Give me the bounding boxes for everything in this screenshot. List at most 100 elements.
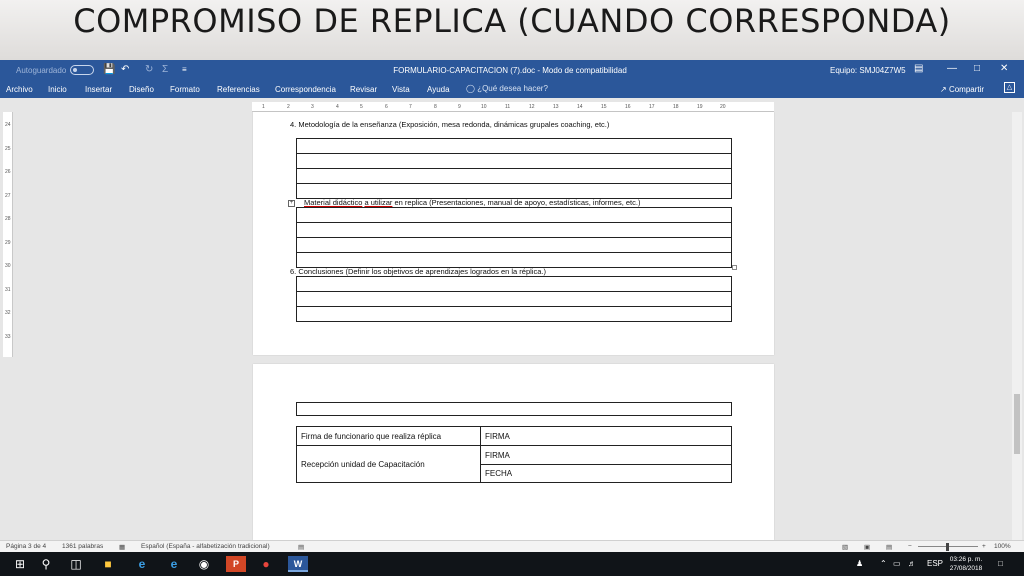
ruler-tick: 31 [5, 287, 11, 293]
tell-me-search[interactable]: ◯ ¿Qué desea hacer? [466, 84, 548, 93]
tab-referencias[interactable]: Referencias [217, 85, 260, 94]
zoom-level[interactable]: 100% [994, 543, 1011, 550]
tab-vista[interactable]: Vista [392, 85, 410, 94]
read-mode-icon[interactable]: ▧ [842, 543, 848, 551]
zoom-slider-thumb[interactable] [946, 543, 949, 551]
macro-icon[interactable]: ▤ [298, 543, 304, 551]
people-icon[interactable]: ♟ [856, 559, 863, 568]
undo-icon[interactable]: ↶ [121, 64, 129, 76]
table-cell[interactable] [296, 252, 732, 268]
signature-value-cell[interactable]: FIRMA [480, 426, 732, 446]
table-move-handle[interactable]: + [288, 200, 295, 207]
word-icon[interactable]: W [288, 556, 308, 572]
collapse-ribbon-icon[interactable]: △ [1004, 82, 1015, 93]
tab-inicio[interactable]: Inicio [48, 85, 67, 94]
ribbon-display-icon[interactable]: ▤ [914, 63, 923, 74]
table-cell[interactable] [296, 153, 732, 169]
zoom-in-icon[interactable]: + [982, 543, 986, 550]
windows-start-icon[interactable]: ⊞ [10, 556, 30, 572]
zoom-out-icon[interactable]: − [908, 543, 912, 550]
sum-icon[interactable]: Σ [162, 64, 168, 76]
share-button[interactable]: ↗ Compartir [940, 85, 984, 94]
page-count[interactable]: Página 3 de 4 [6, 543, 46, 550]
ruler-tick: 27 [5, 193, 11, 199]
table-cell[interactable] [296, 276, 732, 292]
item-6-heading[interactable]: 6. Conclusiones (Definir los objetivos d… [290, 267, 546, 276]
table-cell[interactable] [296, 207, 732, 223]
conclusions-table[interactable] [296, 276, 732, 322]
ruler-tick: 12 [529, 104, 535, 110]
ruler-tick: 32 [5, 310, 11, 316]
tab-diseno[interactable]: Diseño [129, 85, 154, 94]
table-cell[interactable] [296, 306, 732, 322]
ruler-tick: 28 [5, 216, 11, 222]
customize-icon[interactable]: ≡ [182, 64, 187, 76]
word-count[interactable]: 1361 palabras [62, 543, 103, 550]
materials-table[interactable] [296, 207, 732, 268]
task-view-icon[interactable]: ◫ [66, 556, 86, 572]
account-name[interactable]: Equipo: SMJ04Z7W5 [830, 66, 906, 75]
show-hidden-icons[interactable]: ⌃ [880, 559, 887, 568]
item-5-text-b: a utilizar [364, 198, 393, 207]
tab-correspondencia[interactable]: Correspondencia [275, 85, 336, 94]
autosave-label: Autoguardado [16, 66, 67, 75]
scrollbar-thumb[interactable] [1014, 394, 1020, 454]
edge-icon[interactable]: e [132, 556, 152, 572]
table-cell[interactable] [296, 168, 732, 184]
table-cell[interactable] [296, 291, 732, 307]
tab-formato[interactable]: Formato [170, 85, 200, 94]
vertical-scrollbar[interactable] [1012, 112, 1022, 540]
close-icon[interactable]: ✕ [1000, 63, 1008, 74]
web-layout-icon[interactable]: ▤ [886, 543, 892, 551]
table-cell[interactable] [296, 222, 732, 238]
reception-label-cell[interactable]: Recepción unidad de Capacitación [296, 445, 481, 483]
item-4-heading[interactable]: 4. Metodología de la enseñanza (Exposici… [290, 120, 609, 129]
powerpoint-icon[interactable]: P [226, 556, 246, 572]
reception-fecha-cell[interactable]: FECHA [480, 464, 732, 483]
ruler-tick: 10 [481, 104, 487, 110]
ruler-tick: 25 [5, 146, 11, 152]
search-icon[interactable]: ⚲ [36, 556, 56, 572]
proofing-icon[interactable]: ▦ [119, 543, 125, 551]
signature-table[interactable]: Firma de funcionario que realiza réplica… [296, 426, 732, 483]
horizontal-ruler[interactable]: 1 2 3 4 5 6 7 8 9 10 11 12 13 14 15 16 1… [252, 102, 774, 112]
tab-revisar[interactable]: Revisar [350, 85, 377, 94]
blank-table[interactable] [296, 402, 732, 416]
methodology-table[interactable] [296, 138, 732, 199]
word-title-bar: Autoguardado 💾 ↶ ↻ Σ ≡ FORMULARIO-CAPACI… [0, 60, 1024, 80]
maximize-icon[interactable]: □ [974, 63, 980, 74]
save-icon[interactable]: 💾 [103, 64, 115, 76]
table-cell[interactable] [296, 237, 732, 253]
minimize-icon[interactable]: — [947, 63, 957, 74]
ruler-tick: 24 [5, 122, 11, 128]
clock[interactable]: 03:26 p. m. 27/08/2018 [942, 555, 990, 573]
ribbon-tabs: Archivo Inicio Insertar Diseño Formato R… [0, 80, 1024, 98]
media-icon[interactable]: ◉ [194, 556, 214, 572]
item-5-heading[interactable]: Material didáctico a utilizar en replica… [304, 198, 640, 207]
ruler-tick: 3 [311, 104, 314, 110]
tab-ayuda[interactable]: Ayuda [427, 85, 450, 94]
table-cell[interactable] [296, 183, 732, 199]
internet-explorer-icon[interactable]: e [164, 556, 184, 572]
autosave-toggle[interactable] [70, 65, 94, 75]
signature-label-cell[interactable]: Firma de funcionario que realiza réplica [296, 426, 481, 446]
volume-icon[interactable]: ♬ [908, 559, 916, 568]
share-label: Compartir [948, 85, 985, 94]
vertical-ruler[interactable]: 24 25 26 27 28 29 30 31 32 33 [3, 112, 13, 357]
redo-icon[interactable]: ↻ [145, 64, 153, 76]
tab-archivo[interactable]: Archivo [6, 85, 33, 94]
table-cell[interactable] [296, 138, 732, 154]
table-cell[interactable] [296, 402, 732, 416]
table-resize-handle[interactable] [732, 265, 737, 270]
file-explorer-icon[interactable]: ■ [98, 556, 118, 572]
print-layout-icon[interactable]: ▣ [864, 543, 870, 551]
reception-firma-cell[interactable]: FIRMA [480, 445, 732, 465]
language-indicator[interactable]: Español (España - alfabetización tradici… [141, 543, 270, 550]
network-icon[interactable]: ▭ [893, 559, 901, 568]
tab-insertar[interactable]: Insertar [85, 85, 112, 94]
tell-me-text: ¿Qué desea hacer? [477, 84, 548, 93]
chrome-icon[interactable]: ● [256, 556, 276, 572]
ruler-tick: 18 [673, 104, 679, 110]
notifications-icon[interactable]: □ [998, 559, 1003, 568]
language-indicator[interactable]: ESP [927, 559, 943, 568]
